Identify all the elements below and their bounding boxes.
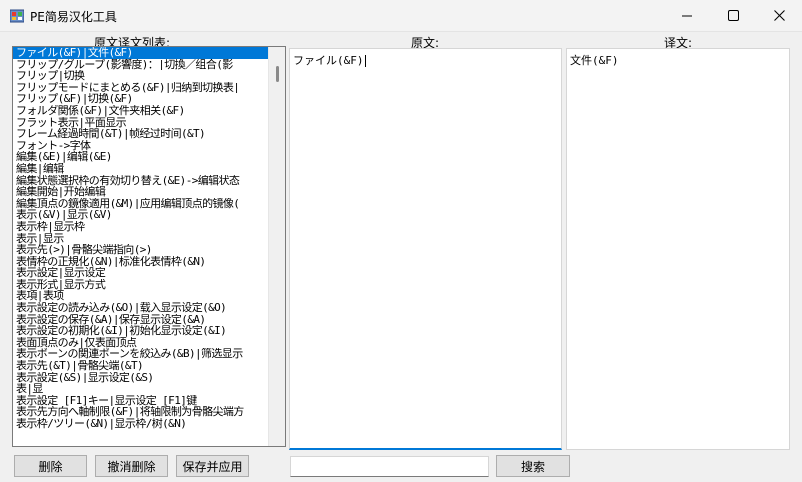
list-item[interactable]: フリップ|切换: [13, 70, 268, 82]
list-item[interactable]: フォルダ関係(&F)|文件夹相关(&F): [13, 105, 268, 117]
minimize-button[interactable]: [664, 0, 710, 31]
title-bar: PE简易汉化工具: [0, 0, 802, 32]
maximize-icon: [727, 10, 739, 21]
app-icon: [10, 9, 24, 23]
list-item[interactable]: 表示(&V)|显示(&V): [13, 209, 268, 221]
list-item[interactable]: 表示ボーンの関連ボーンを絞込み(&B)|筛选显示: [13, 348, 268, 360]
list-item[interactable]: 表情枠の正規化(&N)|标准化表情枠(&N): [13, 256, 268, 268]
list-item[interactable]: 表示設定(&S)|显示设定(&S): [13, 372, 268, 384]
search-button[interactable]: 搜索: [496, 455, 570, 477]
list-rows: ファイル(&F)|文件(&F) フリップ/グループ(影響度)：|切換／组合(影 フリ…: [13, 47, 268, 446]
list-item[interactable]: 編集頂点の鏡像適用(&M)|应用编辑顶点的镜像(: [13, 198, 268, 210]
list-vertical-scrollbar[interactable]: [268, 47, 285, 446]
close-button[interactable]: [756, 0, 802, 31]
maximize-button[interactable]: [710, 0, 756, 31]
list-item[interactable]: フリップモードにまとめる(&F)|归纳到切换表|: [13, 82, 268, 94]
close-icon: [773, 10, 785, 21]
list-item[interactable]: 表|显: [13, 383, 268, 395]
list-item[interactable]: フリップ(&F)|切换(&F): [13, 93, 268, 105]
list-item[interactable]: フリップ/グループ(影響度)：|切換／组合(影: [13, 59, 268, 71]
save-apply-button[interactable]: 保存并应用: [176, 455, 249, 477]
list-item[interactable]: 編集|编辑: [13, 163, 268, 175]
list-item[interactable]: 表示先(&T)|骨骼尖端(&T): [13, 360, 268, 372]
delete-button[interactable]: 删除: [14, 455, 87, 477]
list-item[interactable]: 表示枠|显示枠: [13, 221, 268, 233]
minimize-icon: [682, 15, 692, 16]
list-item[interactable]: 表示|显示: [13, 233, 268, 245]
list-item[interactable]: 表示設定|显示设定: [13, 267, 268, 279]
original-text-box[interactable]: ファイル(&F): [289, 48, 562, 450]
list-item[interactable]: 編集開始|开始编辑: [13, 186, 268, 198]
list-item[interactable]: フレーム経過時間(&T)|帧经过时间(&T): [13, 128, 268, 140]
list-item[interactable]: 編集状態選択枠の有効切り替え(&E)->编辑状态: [13, 175, 268, 187]
list-item[interactable]: 表示枠/ツリー(&N)|显示枠/树(&N): [13, 418, 268, 430]
translation-text: 文件(&F): [570, 54, 619, 67]
window-title: PE简易汉化工具: [30, 10, 117, 24]
list-item[interactable]: ファイル(&F)|文件(&F): [13, 47, 268, 59]
search-input[interactable]: [290, 456, 489, 477]
translation-listbox[interactable]: ファイル(&F)|文件(&F) フリップ/グループ(影響度)：|切換／组合(影 フリ…: [12, 46, 286, 447]
list-item[interactable]: 表示設定の保存(&A)|保存显示设定(&A): [13, 314, 268, 326]
scrollbar-thumb[interactable]: [276, 66, 279, 82]
list-item[interactable]: フォント->字体: [13, 140, 268, 152]
text-caret: [364, 55, 366, 67]
list-item[interactable]: 表示設定の読み込み(&O)|载入显示设定(&O): [13, 302, 268, 314]
list-item[interactable]: 表示形式|显示方式: [13, 279, 268, 291]
translation-text-box[interactable]: 文件(&F): [566, 48, 790, 450]
list-item[interactable]: 表示設定 [F1]キー|显示设定 [F1]键: [13, 395, 268, 407]
list-item[interactable]: フラット表示|平面显示: [13, 117, 268, 129]
undo-delete-button[interactable]: 撤消删除: [95, 455, 168, 477]
list-item[interactable]: 表示先方向へ軸制限(&F)|将轴限制为骨骼尖端方: [13, 406, 268, 418]
list-item[interactable]: 編集(&E)|编辑(&E): [13, 151, 268, 163]
original-text: ファイル(&F): [293, 54, 364, 67]
list-item[interactable]: 表項|表项: [13, 290, 268, 302]
list-item[interactable]: 表示先(>)|骨骼尖端指向(>): [13, 244, 268, 256]
list-item[interactable]: 表示設定の初期化(&I)|初始化显示设定(&I): [13, 325, 268, 337]
list-item[interactable]: 表面頂点のみ|仅表面顶点: [13, 337, 268, 349]
